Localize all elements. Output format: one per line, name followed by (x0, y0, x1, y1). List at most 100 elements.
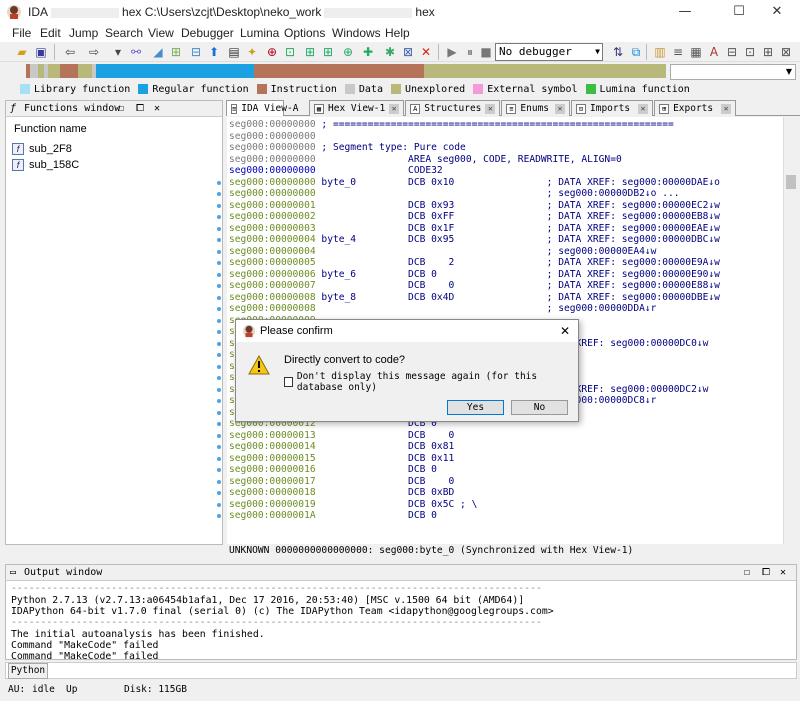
hex-view-icon[interactable]: ▦ (688, 44, 704, 60)
breakpoint-dot[interactable] (217, 376, 221, 380)
ruler-icon[interactable]: ▤ (226, 44, 242, 60)
add-member-icon[interactable]: ⊕ (340, 44, 356, 60)
function-item[interactable]: f sub_2F8 (6, 141, 222, 157)
no-button[interactable]: No (511, 400, 568, 415)
breakpoint-dot[interactable] (217, 249, 221, 254)
close-tab-icon[interactable]: ✕ (638, 103, 649, 114)
back-arrow-icon[interactable]: ⇦ (62, 44, 78, 60)
disasm-line[interactable]: seg000:00000014 DCB 0x81 (229, 441, 454, 453)
tab-enums[interactable]: ≡ Enums ✕ (501, 100, 571, 116)
breakpoint-dot[interactable] (217, 422, 221, 426)
disasm-line[interactable]: seg000:00000000 (229, 131, 316, 143)
disasm-line[interactable]: seg000:00000005 DCB 2 ; DATA XREF: seg00… (229, 257, 720, 269)
vertical-scrollbar[interactable] (783, 117, 797, 544)
breakpoint-dot[interactable] (217, 192, 221, 196)
scrollbar-thumb[interactable] (786, 175, 796, 189)
breakpoint-dot[interactable] (217, 238, 221, 242)
add-enum-icon[interactable]: ⊞ (320, 44, 336, 60)
close-tab-icon[interactable]: ✕ (389, 103, 400, 114)
disasm-line[interactable]: seg000:00000018 DCB 0xBD (229, 487, 454, 499)
breakpoint-dot[interactable] (217, 456, 221, 461)
breakpoint-dot[interactable] (217, 479, 221, 484)
disasm-line[interactable]: seg000:00000004 byte_4 DCB 0x95 ; DATA X… (229, 234, 720, 246)
disasm-line[interactable]: seg000:00000000 ; Segment type: Pure cod… (229, 142, 466, 154)
binary-search-icon[interactable]: ⊟ (188, 44, 204, 60)
forward-arrow-icon[interactable]: ⇨ (86, 44, 102, 60)
close-tab-icon[interactable]: ✕ (555, 103, 566, 114)
breakpoint-dot[interactable] (217, 502, 221, 507)
jump-icon[interactable]: ◢ (150, 44, 166, 60)
debugger-select[interactable]: No debugger ▼ (495, 43, 603, 61)
disasm-line[interactable]: seg000:00000007 DCB 0 ; DATA XREF: seg00… (229, 280, 720, 292)
float-icon[interactable]: ☐ (744, 565, 750, 581)
disasm-line[interactable]: seg000:00000000 ; seg000:00000DB2↓o ... (229, 188, 680, 200)
list-icon[interactable]: ≡ (670, 44, 686, 60)
function-item[interactable]: f sub_158C (6, 157, 222, 173)
dont-display-checkbox[interactable]: Don't display this message again (for th… (284, 371, 578, 393)
disasm-line[interactable]: seg000:00000006 byte_6 DCB 0 ; DATA XREF… (229, 269, 720, 281)
restore-icon[interactable]: ⧠ (136, 101, 144, 117)
menu-search[interactable]: Search (105, 26, 143, 40)
nav-band-select[interactable]: ▼ (670, 64, 796, 80)
binoculars-icon[interactable]: ⚯ (128, 44, 144, 60)
disasm-line[interactable]: seg000:00000016 DCB 0 (229, 464, 437, 476)
breakpoint-dot[interactable] (217, 514, 221, 518)
disasm-line[interactable]: seg000:00000002 DCB 0xFF ; DATA XREF: se… (229, 211, 720, 223)
close-tab-icon[interactable]: ✕ (485, 103, 496, 114)
breakpoint-dot[interactable] (217, 387, 221, 392)
disasm-line[interactable]: seg000:00000000 AREA seg000, CODE, READW… (229, 154, 622, 166)
menu-file[interactable]: File (12, 26, 31, 40)
disasm-line[interactable]: seg000:00000017 DCB 0 (229, 476, 454, 488)
breakpoint-dot[interactable] (217, 226, 221, 231)
close-panel-icon[interactable]: ✕ (154, 101, 160, 117)
menu-view[interactable]: View (148, 26, 174, 40)
stop-icon[interactable]: ■ (478, 44, 494, 60)
breakpoint-dot[interactable] (217, 215, 221, 219)
up-arrow-icon[interactable]: ⬆ (206, 44, 222, 60)
breakpoint-dot[interactable] (217, 364, 221, 369)
menu-windows[interactable]: Windows (332, 26, 381, 40)
tab-hex-view-1[interactable]: ▦ Hex View-1 ✕ (309, 100, 405, 116)
disasm-line[interactable]: seg000:00000008 ; seg000:00000DDA↓r (229, 303, 656, 315)
save-icon[interactable]: ▣ (33, 44, 49, 60)
menu-lumina[interactable]: Lumina (240, 26, 279, 40)
disasm-line[interactable]: seg000:00000004 ; seg000:00000EA4↓w (229, 246, 656, 258)
disasm-line[interactable]: seg000:00000003 DCB 0x1F ; DATA XREF: se… (229, 223, 720, 235)
column-header-function-name[interactable]: Function name (6, 117, 222, 141)
structures-icon[interactable]: A (706, 44, 722, 60)
breakpoint-dot[interactable] (217, 410, 221, 415)
play-icon[interactable]: ▶ (444, 44, 460, 60)
debug-attach-icon[interactable]: ⧉ (628, 44, 644, 60)
flow-chart-icon[interactable]: ⊡ (282, 44, 298, 60)
disasm-line[interactable]: seg000:00000013 DCB 0 (229, 430, 454, 442)
breakpoint-dot[interactable] (217, 261, 221, 265)
close-panel-icon[interactable]: ✕ (780, 565, 786, 581)
open-folder-icon[interactable]: ▰ (14, 44, 30, 60)
float-icon[interactable]: ☐ (118, 101, 124, 117)
checkbox-label[interactable]: Don't display this message again (for th… (297, 371, 578, 393)
breakpoint-dot[interactable] (217, 341, 221, 346)
breakpoint-dot[interactable] (217, 353, 221, 357)
tab-imports[interactable]: ⊡ Imports ✕ (571, 100, 654, 116)
menu-help[interactable]: Help (385, 26, 410, 40)
add-bookmark-icon[interactable]: ✚ (360, 44, 376, 60)
restore-icon[interactable]: ⧠ (762, 565, 770, 581)
nav-menu-icon[interactable]: ▾ (110, 44, 126, 60)
python-button[interactable]: Python (8, 663, 48, 679)
edit-icon[interactable]: ⊠ (400, 44, 416, 60)
script-icon[interactable]: ▥ (652, 44, 668, 60)
pause-icon[interactable]: ⏸ (462, 44, 478, 60)
debug-options-icon[interactable]: ⇅ (610, 44, 626, 60)
breakpoint-dot[interactable] (217, 318, 221, 323)
breakpoint-dot[interactable] (217, 295, 221, 300)
breakpoint-dot[interactable] (217, 330, 221, 334)
navigation-band[interactable] (26, 64, 666, 78)
dialog-close-icon[interactable]: ✕ (560, 320, 570, 342)
disasm-line[interactable]: seg000:00000019 DCB 0x5C ; \ (229, 499, 477, 511)
delete-icon[interactable]: ✕ (418, 44, 434, 60)
disasm-line[interactable]: seg000:00000000 byte_0 DCB 0x10 ; DATA X… (229, 177, 720, 189)
menu-debugger[interactable]: Debugger (181, 26, 234, 40)
breakpoint-dot[interactable] (217, 491, 221, 495)
add-struct-icon[interactable]: ⊞ (302, 44, 318, 60)
breakpoint-dot[interactable] (217, 180, 221, 185)
